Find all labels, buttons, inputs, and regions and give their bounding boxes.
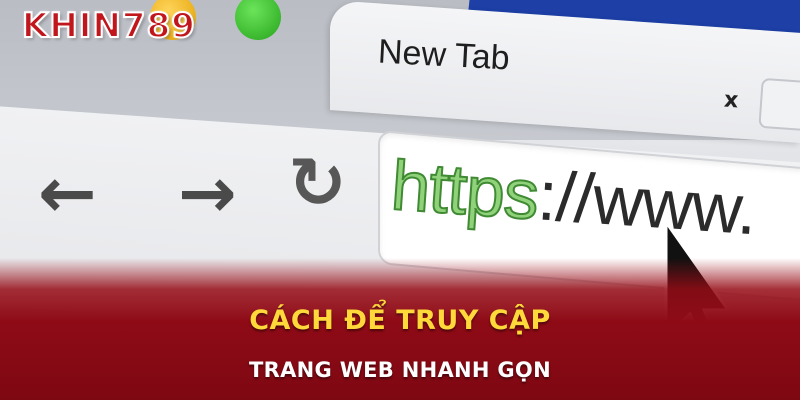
tab-close-icon[interactable]: x	[723, 88, 739, 114]
url-scheme: https	[388, 145, 542, 235]
brand-logo[interactable]: KHIN789	[21, 5, 196, 47]
new-tab-button[interactable]	[758, 77, 800, 133]
subheadline: TRANG WEB NHANH GỌN	[249, 358, 551, 382]
tab-title: New Tab	[377, 32, 511, 78]
back-arrow-icon[interactable]: ←	[38, 158, 97, 228]
headline: CÁCH ĐỂ TRUY CẬP	[249, 305, 551, 336]
reload-icon[interactable]: ↻	[288, 148, 347, 218]
forward-arrow-icon[interactable]: →	[178, 158, 237, 228]
